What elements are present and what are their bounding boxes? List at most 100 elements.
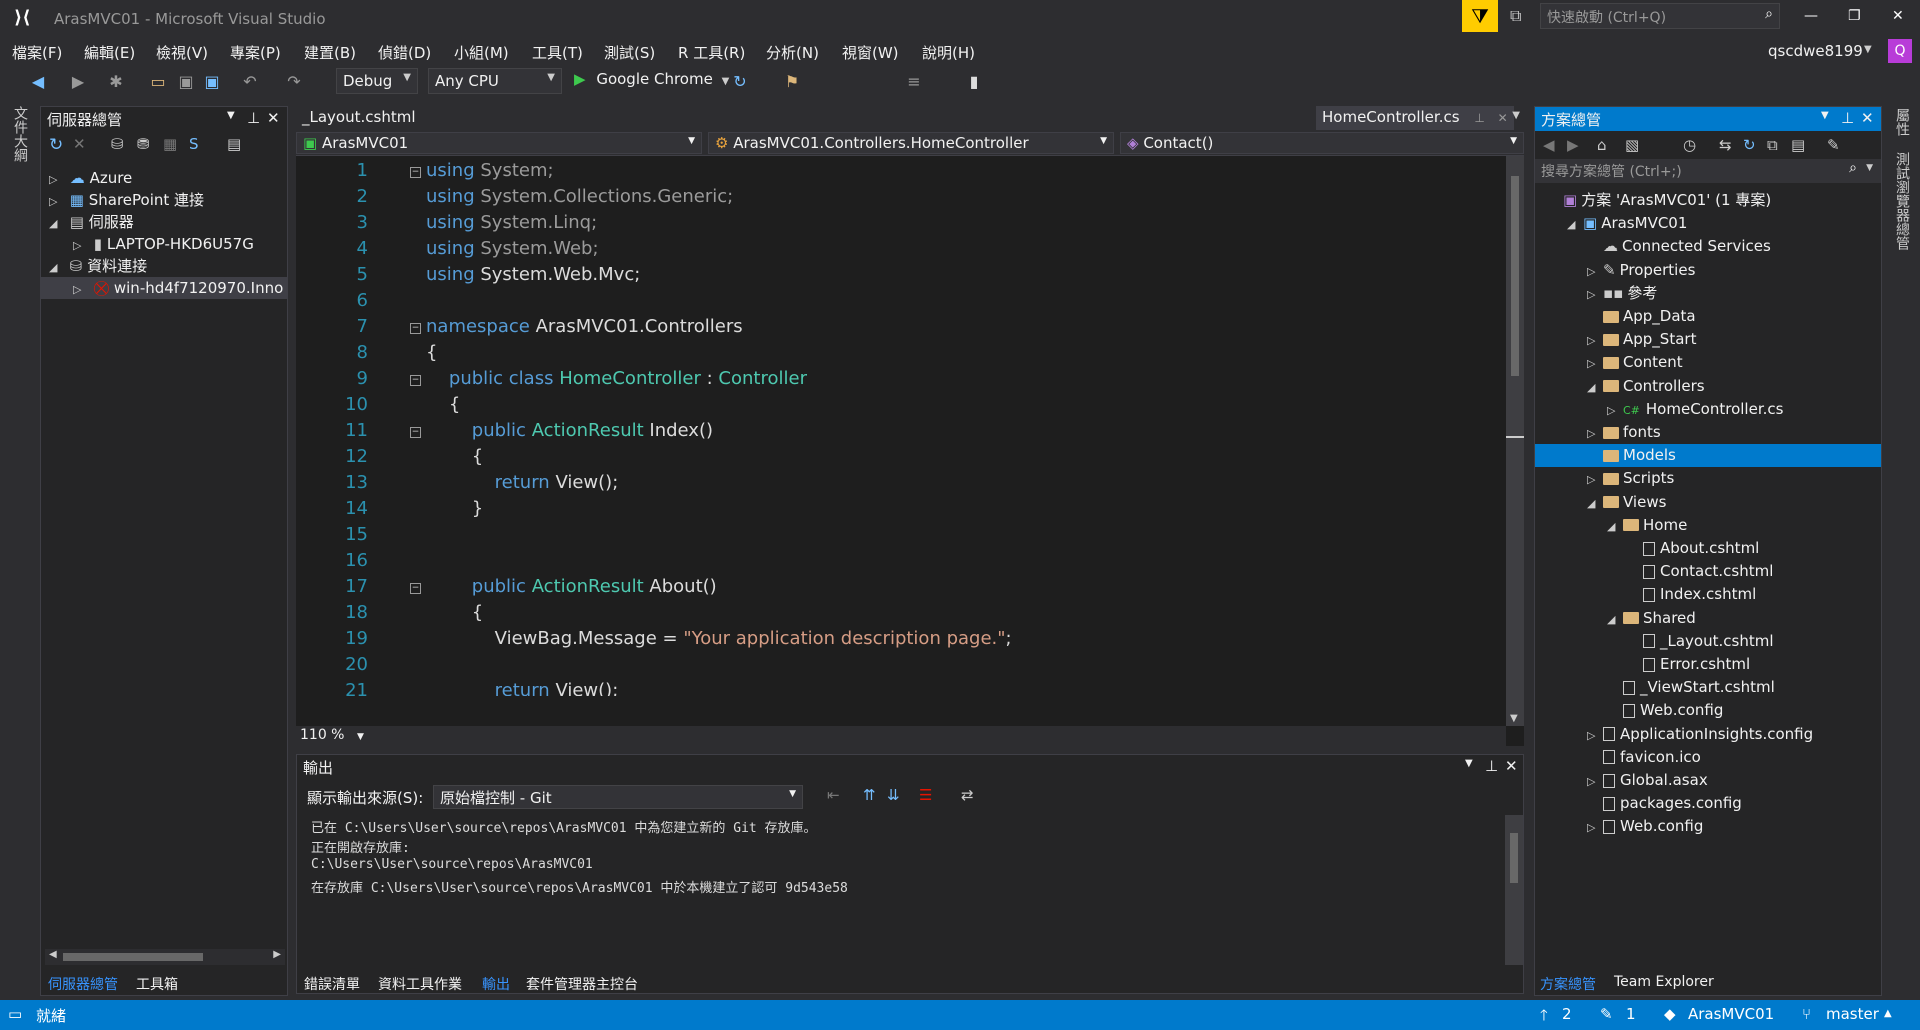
solution-tree-item[interactable]: ◢ Shared [1535,607,1881,630]
properties-icon[interactable]: ▤ [227,135,241,153]
solution-tree-item[interactable]: ▷ Web.config [1535,815,1881,838]
tree-item-data-connections[interactable]: ◢ ⛁ 資料連接 [49,255,147,277]
sync-icon[interactable]: ⇆ [1719,136,1732,154]
expand-arrow-icon[interactable]: ▷ [73,279,89,301]
close-icon[interactable]: ✕ [267,109,280,127]
pin-icon[interactable]: ⊥ [1841,109,1854,127]
close-icon[interactable]: ✕ [1505,757,1518,775]
menu-file[interactable]: 檔案(F) [12,42,62,63]
expand-arrow-icon[interactable]: ▷ [1587,329,1603,352]
editor-vertical-scrollbar[interactable]: ▼ [1506,156,1524,726]
expand-arrow-icon[interactable]: ▷ [1587,724,1603,747]
solution-tree-item[interactable]: Models [1535,444,1881,468]
solution-tree-item[interactable]: ◢ ▣ ArasMVC01 [1535,212,1881,235]
close-button[interactable]: ✕ [1892,8,1904,24]
comment-icon[interactable]: ≡ [904,72,924,92]
sharepoint-icon[interactable]: ▦ [163,135,177,153]
zoom-level-select[interactable]: 110 % ▼ [300,727,364,743]
output-vertical-scrollbar[interactable] [1505,815,1523,965]
output-window-icon[interactable]: ▭ [8,1005,22,1023]
find-message-icon[interactable]: ⇤ [827,786,840,804]
properties-wrench-icon[interactable]: ✎ [1827,136,1840,154]
menu-analyze[interactable]: 分析(N) [766,42,819,63]
navigate-back-icon[interactable]: ◀ [28,72,48,92]
tree-item-servers[interactable]: ◢ ▤ 伺服器 [49,211,134,233]
start-debugging-button[interactable]: ▶ Google Chrome ▼ [574,70,729,94]
previous-message-icon[interactable]: ⇈ [863,786,876,804]
solution-tree-item[interactable]: App_Data [1535,305,1881,328]
unpushed-commits-count[interactable]: 2 [1562,1005,1572,1023]
tab-toolbox[interactable]: 工具箱 [136,974,178,994]
tree-item-azure[interactable]: ▷ ☁ Azure [49,167,132,189]
solution-tree-item[interactable]: ▷ Content [1535,351,1881,374]
redo-icon[interactable]: ↷ [284,72,304,92]
solution-tree-item[interactable]: ▷ App_Start [1535,328,1881,351]
solution-tree-item[interactable]: ▷ fonts [1535,421,1881,444]
navigate-forward-icon[interactable]: ▶ [68,72,88,92]
solution-tree-item[interactable]: Contact.cshtml [1535,560,1881,583]
solution-tree-item[interactable]: ▣ 方案 'ArasMVC01' (1 專案) [1535,189,1881,212]
connect-server-icon[interactable]: ⛃ [137,135,150,153]
solution-tree-item[interactable]: Web.config [1535,699,1881,722]
solution-tree-item[interactable]: ▷ ✎ Properties [1535,259,1881,282]
properties-tab[interactable]: 屬性 [1892,108,1912,136]
expand-arrow-icon[interactable]: ▷ [1587,352,1603,375]
menu-tools[interactable]: 工具(T) [532,42,583,63]
output-source-select[interactable]: 原始檔控制 - Git ▼ [433,785,803,809]
browser-link-icon[interactable]: ⚑ [782,72,802,92]
menu-window[interactable]: 視窗(W) [842,42,899,63]
menu-r-tools[interactable]: R 工具(R) [678,42,745,63]
scroll-thumb[interactable] [63,953,203,961]
restore-button[interactable]: ❐ [1848,8,1861,24]
solution-tree-item[interactable]: favicon.ico [1535,746,1881,769]
solution-search-input[interactable]: 搜尋方案總管 (Ctrl+;) ⌕ ▼ [1535,159,1881,183]
code-area[interactable]: 1 2 3 4 5 6 7 8 9 10 11 12 13 14 15 16 1… [296,156,1506,696]
expand-arrow-icon[interactable]: ◢ [49,257,65,279]
solution-tree-item[interactable]: ▷ ApplicationInsights.config [1535,723,1881,746]
expand-arrow-icon[interactable]: ▷ [1587,816,1603,839]
open-file-icon[interactable]: ▭ [148,72,168,92]
fold-toggle-icon[interactable]: − [410,427,421,438]
scroll-right-icon[interactable]: ▶ [273,949,281,960]
solution-tree-item[interactable]: ☁ Connected Services [1535,235,1881,258]
new-project-icon[interactable]: ✱ [106,72,126,92]
solution-tree-item[interactable]: _ViewStart.cshtml [1535,676,1881,699]
solution-tree-item[interactable]: ◢ Views [1535,491,1881,514]
push-arrow-icon[interactable]: 🡑 [1540,1005,1548,1030]
document-outline-tab[interactable]: 文件大綱 [10,106,30,162]
project-select[interactable]: ▣ ArasMVC01 ▼ [296,132,702,154]
refresh-icon[interactable]: ↻ [1743,136,1756,154]
scroll-thumb[interactable] [1510,833,1518,883]
fold-toggle-icon[interactable]: − [410,323,421,334]
menu-debug[interactable]: 偵錯(D) [378,42,431,63]
save-all-icon[interactable]: ▣ [202,72,222,92]
solution-tree-item[interactable]: ▷ Global.asax [1535,769,1881,792]
menu-team[interactable]: 小組(M) [454,42,509,63]
expand-arrow-icon[interactable]: ▷ [1607,399,1623,422]
member-select[interactable]: ◈ Contact() ▼ [1120,132,1524,154]
pin-icon[interactable]: ⊥ [247,109,260,127]
collapse-all-icon[interactable]: ⧉ [1767,136,1778,154]
tab-server-explorer[interactable]: 伺服器總管 [48,974,118,994]
expand-arrow-icon[interactable]: ▷ [1587,468,1603,491]
tab-data-tools[interactable]: 資料工具作業 [378,974,462,994]
repository-name[interactable]: ArasMVC01 [1688,1005,1774,1023]
solution-tree-item[interactable]: About.cshtml [1535,537,1881,560]
solution-tree-item[interactable]: ▷ C# HomeController.cs [1535,398,1881,421]
azure-connect-icon[interactable]: S [189,135,199,153]
connect-database-icon[interactable]: ⛁ [111,135,124,153]
user-menu-chevron-icon[interactable]: ▼ [1864,44,1872,55]
tree-item-db-connection[interactable]: ▷ ⛒ win-hd4f7120970.Inno [41,277,287,299]
tab-team-explorer[interactable]: Team Explorer [1614,974,1714,990]
test-explorer-tab[interactable]: 測試瀏覽器總管 [1892,152,1912,250]
expand-arrow-icon[interactable]: ▷ [1587,422,1603,445]
class-select[interactable]: ⚙ ArasMVC01.Controllers.HomeController ▼ [708,132,1114,154]
fold-toggle-icon[interactable]: − [410,375,421,386]
expand-arrow-icon[interactable]: ▷ [1587,283,1603,306]
tab-output[interactable]: 輸出 [482,974,510,994]
expand-arrow-icon[interactable]: ▷ [1587,260,1603,283]
expand-arrow-icon[interactable]: ▷ [73,235,89,257]
tab-layout-cshtml[interactable]: _Layout.cshtml [296,106,422,130]
expand-arrow-icon[interactable]: ▷ [49,169,65,191]
home-icon[interactable]: ⌂ [1597,136,1607,154]
